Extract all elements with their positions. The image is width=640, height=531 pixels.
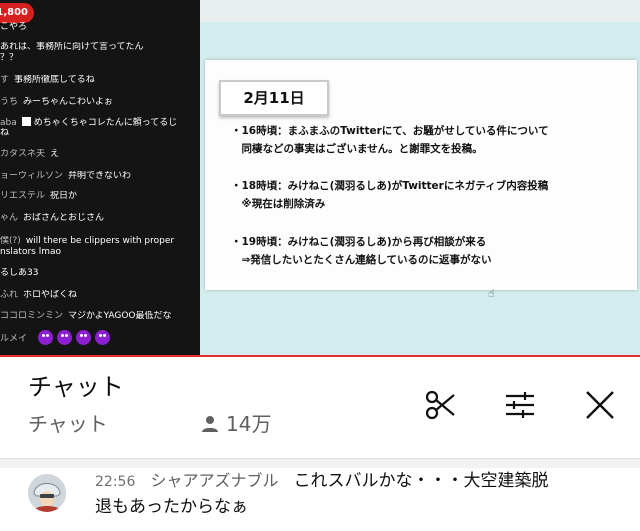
overlay-chat-line: ゃん おばさんとおじさん bbox=[0, 213, 200, 224]
slide-line: ・16時頃：まふまふのTwitterにて、お騒がせしている件について bbox=[231, 125, 549, 137]
scissors-icon bbox=[425, 390, 455, 420]
overlay-chat-text: nslators lmao bbox=[0, 247, 61, 257]
avatar[interactable] bbox=[28, 474, 66, 512]
overlay-chat-author: カタスネ夫 bbox=[0, 149, 46, 159]
viewer-count-value: 14万 bbox=[226, 412, 272, 436]
avatar-character-icon bbox=[28, 474, 66, 512]
overlay-chat-author: aba bbox=[0, 118, 17, 128]
chat-message: 22:56 シャアアズナブル これスバルかな・・・大空建築脱 bbox=[95, 470, 549, 493]
overlay-chat-author: リエステル bbox=[0, 191, 46, 201]
slide-line: ⇒発信したいとたくさん連絡しているのに返事がない bbox=[231, 254, 492, 266]
overlay-chat-line: リエステル 祝日か bbox=[0, 191, 200, 202]
overlay-chat-author: ふれ bbox=[0, 290, 19, 300]
overlay-chat-line: 僕(?) will there be clippers with proper bbox=[0, 236, 200, 247]
overlay-chat-text: あれは、事務所に向けて言ってたん bbox=[0, 42, 144, 52]
person-icon bbox=[202, 416, 218, 432]
close-icon bbox=[586, 391, 614, 419]
overlay-chat-text: 事務所徹底してるね bbox=[14, 75, 95, 85]
devil-emote-icon bbox=[56, 330, 72, 345]
message-text-continued: 退もあったからなぁ bbox=[95, 497, 248, 517]
chat-settings-button[interactable] bbox=[500, 385, 540, 425]
overlay-chat-author: ゃん bbox=[0, 213, 19, 223]
overlay-chat-author: す bbox=[0, 75, 10, 85]
emote-row: ルメイ bbox=[0, 330, 114, 345]
overlay-chat-line: ね bbox=[0, 128, 200, 139]
overlay-chat-text: るしあ33 bbox=[0, 268, 39, 278]
devil-emote-icon bbox=[37, 330, 53, 345]
overlay-chat-text: ホロやばくね bbox=[23, 290, 78, 300]
app-root: ¥1,800 こやろあれは、事務所に向けて言ってたん？？す事務所徹底してるねうち… bbox=[0, 0, 640, 531]
message-timestamp: 22:56 bbox=[95, 474, 136, 490]
overlay-chat-text: え bbox=[50, 149, 60, 159]
overlay-chat-text: ね bbox=[0, 128, 10, 138]
overlay-chat-line: カタスネ夫え bbox=[0, 149, 200, 160]
message-author[interactable]: シャアアズナブル bbox=[150, 471, 278, 490]
overlay-chat-line: ココロミンミン マジかよYAGOO最低だな bbox=[0, 311, 200, 322]
overlay-chat-line: こやろ bbox=[0, 22, 200, 33]
overlay-chat-text: ？？ bbox=[0, 53, 19, 63]
overlay-chat-text: おばさんとおじさん bbox=[23, 213, 105, 223]
white-square-emoji-icon bbox=[21, 117, 31, 126]
video-player[interactable]: ¥1,800 こやろあれは、事務所に向けて言ってたん？？す事務所徹底してるねうち… bbox=[0, 0, 640, 357]
slide-date-box: 2月11日 bbox=[219, 80, 329, 116]
overlay-chat-text: will there be clippers with proper bbox=[25, 236, 175, 246]
chat-mode-selector[interactable]: チャット bbox=[28, 410, 108, 438]
overlay-chat-line: ョーウィルソン 弁明できないわ bbox=[0, 171, 200, 182]
overlay-chat-text: めちゃくちゃコレたんに頼ってるじ bbox=[33, 118, 178, 128]
slide-top-strip bbox=[200, 0, 640, 22]
overlay-chat-text: 祝日か bbox=[50, 191, 78, 201]
close-chat-button[interactable] bbox=[580, 385, 620, 425]
overlay-chat-author: 僕(?) bbox=[0, 236, 21, 246]
tune-icon bbox=[506, 392, 534, 418]
slide-line: 同棲などの事実はございません。と謝罪文を投稿。 bbox=[231, 143, 483, 155]
slide-line: ・18時頃：みけねこ(潤羽るしあ)がTwitterにネガティブ内容投稿 bbox=[231, 180, 549, 192]
clip-button[interactable] bbox=[420, 385, 460, 425]
overlay-chat-text: 弁明できないわ bbox=[68, 171, 132, 181]
overlay-chat-author: ココロミンミン bbox=[0, 311, 64, 321]
overlay-chat-line: るしあ33 bbox=[0, 268, 200, 279]
overlay-chat-text: みーちゃんこわいよぉ bbox=[23, 97, 113, 107]
overlay-chat-author: ョーウィルソン bbox=[0, 171, 64, 181]
devil-emote-icon bbox=[75, 330, 91, 345]
overlay-chat-text: こやろ bbox=[0, 22, 28, 32]
overlay-chat-text: マジかよYAGOO最低だな bbox=[68, 311, 172, 321]
overlay-chat-author: うち bbox=[0, 97, 19, 107]
mouse-cursor-icon: ☝ bbox=[488, 287, 495, 300]
superchat-amount: ¥1,800 bbox=[0, 3, 34, 23]
chat-divider bbox=[0, 458, 640, 468]
overlay-chat-line: ？？ bbox=[0, 53, 200, 64]
overlay-chat-line: ふれ ホロやばくね bbox=[0, 290, 200, 301]
overlay-chat-line: あれは、事務所に向けて言ってたん bbox=[0, 42, 200, 53]
overlay-chat-line: す事務所徹底してるね bbox=[0, 75, 200, 86]
message-text: これスバルかな・・・大空建築脱 bbox=[293, 471, 549, 491]
emote-row-author: ルメイ bbox=[0, 334, 28, 344]
devil-emote-icon bbox=[94, 330, 110, 345]
video-chat-overlay: ¥1,800 こやろあれは、事務所に向けて言ってたん？？す事務所徹底してるねうち… bbox=[0, 0, 200, 357]
viewer-count: 14万 bbox=[200, 410, 271, 438]
chat-panel-title: チャット bbox=[28, 373, 124, 401]
overlay-chat-line: うち みーちゃんこわいよぉ bbox=[0, 97, 200, 108]
overlay-chat-line: nslators lmao bbox=[0, 247, 200, 258]
slide-line: ※現在は削除済み bbox=[231, 198, 326, 210]
slide-line: ・19時頃：みけねこ(潤羽るしあ)から再び相談が来る bbox=[231, 236, 487, 248]
video-progress-bar[interactable] bbox=[0, 355, 640, 357]
